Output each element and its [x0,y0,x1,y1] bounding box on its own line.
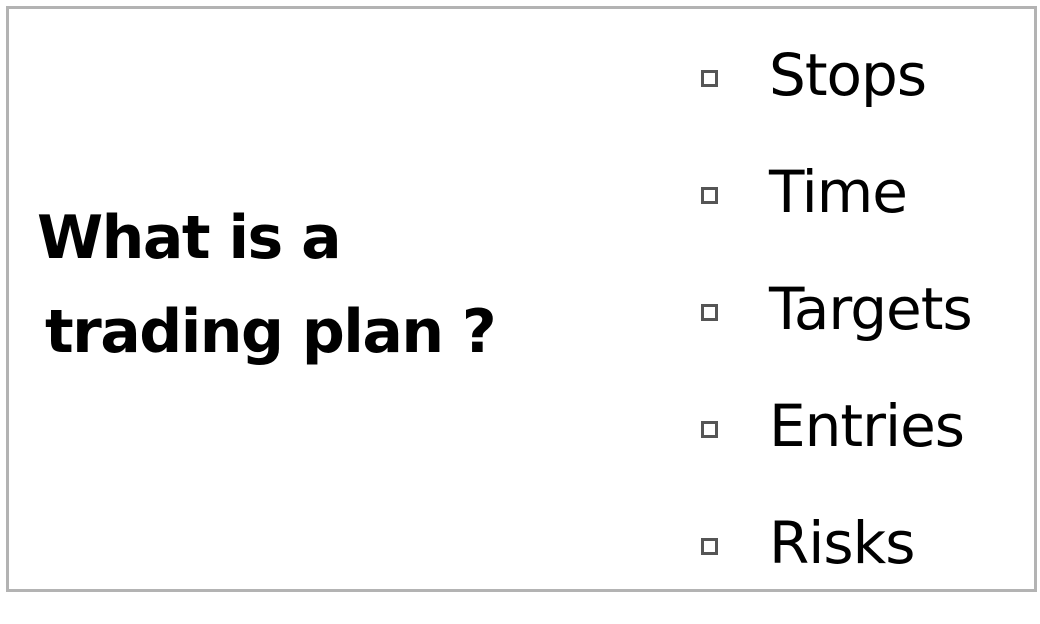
square-bullet-icon [701,70,718,87]
square-bullet-icon [701,421,718,438]
bullet-item-time: Time [701,156,972,273]
bullet-item-stops: Stops [701,39,972,156]
square-bullet-icon [701,304,718,321]
bullet-item-risks: Risks [701,507,972,624]
title-line-2: trading plan ? [45,297,497,367]
slide-frame: What is a trading plan ? Stops Time Targ… [6,6,1037,592]
title-line-1: What is a [37,203,342,273]
bullet-label: Time [769,158,908,226]
bullet-list: Stops Time Targets Entries Risks [701,39,973,624]
square-bullet-icon [701,187,718,204]
bullet-item-entries: Entries [701,390,972,507]
bullet-label: Stops [769,41,927,109]
bullet-label: Risks [769,509,915,577]
bullet-label: Targets [769,275,973,343]
bullet-label: Entries [769,392,965,460]
slide-title: What is a trading plan ? [37,191,497,379]
bullet-item-targets: Targets [701,273,973,390]
square-bullet-icon [701,538,718,555]
